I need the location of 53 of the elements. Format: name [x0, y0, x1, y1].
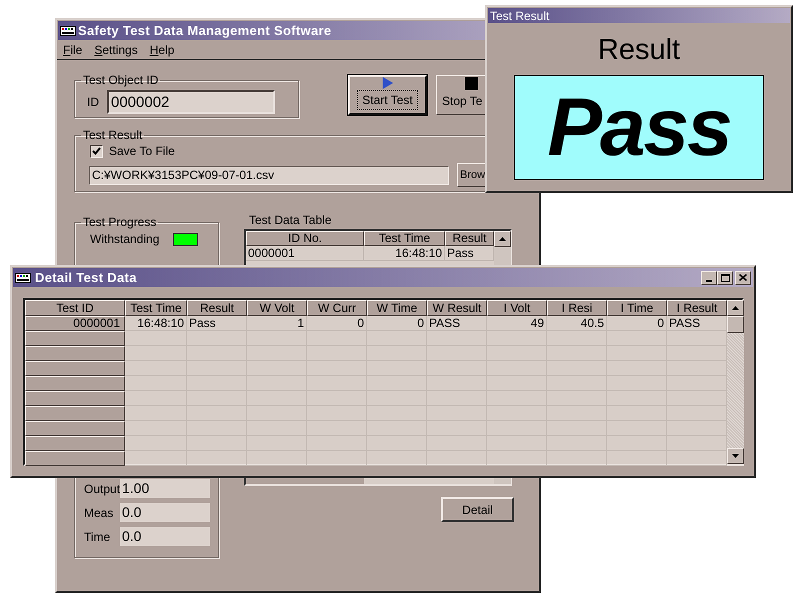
column-header[interactable]: W Result: [427, 300, 487, 316]
column-header[interactable]: I Volt: [487, 300, 547, 316]
column-header[interactable]: Test Time: [125, 300, 187, 316]
window-title: Safety Test Data Management Software: [78, 22, 332, 40]
stage-label: Withstanding: [90, 231, 160, 248]
group-label: Test Object ID: [82, 72, 160, 89]
table-title: Test Data Table: [249, 212, 332, 229]
column-header[interactable]: ID No.: [246, 231, 364, 246]
reading-label: Meas: [84, 504, 114, 522]
result-heading: Result: [598, 33, 680, 67]
table-cell: Pass: [187, 316, 247, 331]
reading-label: Output: [84, 480, 120, 498]
verdict-text: Pass: [547, 82, 731, 172]
table-cell: 49: [487, 316, 547, 331]
browse-button[interactable]: Brow: [457, 163, 486, 187]
column-header[interactable]: Test Time: [364, 231, 445, 246]
table-cell: 16:48:10: [364, 246, 445, 261]
column-header[interactable]: I Time: [607, 300, 667, 316]
stop-button[interactable]: Stop Te: [436, 75, 485, 115]
menu-item[interactable]: File: [63, 40, 82, 58]
start-button[interactable]: Start Test: [348, 75, 427, 115]
table-cell: 16:48:10: [125, 316, 187, 331]
window-title: Detail Test Data: [35, 268, 138, 287]
group-label: Test Progress: [82, 214, 158, 231]
column-header[interactable]: W Time: [367, 300, 427, 316]
table-cell: 0: [367, 316, 427, 331]
window-title: Test Result: [490, 8, 550, 22]
checkbox-label: Save To File: [109, 143, 175, 160]
reading-field[interactable]: 0.0: [120, 503, 210, 522]
table-cell: 40.5: [547, 316, 607, 331]
column-header[interactable]: Result: [445, 231, 494, 246]
column-header[interactable]: W Volt: [247, 300, 307, 316]
table-cell: 1: [247, 316, 307, 331]
table-cell: 0000001: [246, 246, 364, 261]
detail-button[interactable]: Detail: [441, 497, 514, 522]
id-label: ID: [87, 94, 99, 110]
column-header[interactable]: Test ID: [25, 300, 125, 316]
column-header[interactable]: W Curr: [307, 300, 367, 316]
reading-field[interactable]: 0.0: [120, 527, 210, 546]
row-header[interactable]: 0000001: [25, 316, 125, 331]
menu-item[interactable]: Settings: [94, 40, 138, 58]
column-header[interactable]: Result: [187, 300, 247, 316]
table-cell: PASS: [427, 316, 487, 331]
reading-label: Time: [84, 528, 112, 546]
group-label: Test Result: [82, 127, 144, 144]
reading-field[interactable]: 1.00: [120, 479, 210, 498]
column-header[interactable]: I Result: [667, 300, 727, 316]
table-cell: 0: [307, 316, 367, 331]
column-header[interactable]: I Resi: [547, 300, 607, 316]
menu-item[interactable]: Help: [150, 40, 174, 58]
table-cell: 0: [607, 316, 667, 331]
id-field[interactable]: 0000002: [107, 90, 275, 114]
file-path-field[interactable]: C:¥WORK¥3153PC¥09-07-01.csv: [89, 166, 449, 184]
